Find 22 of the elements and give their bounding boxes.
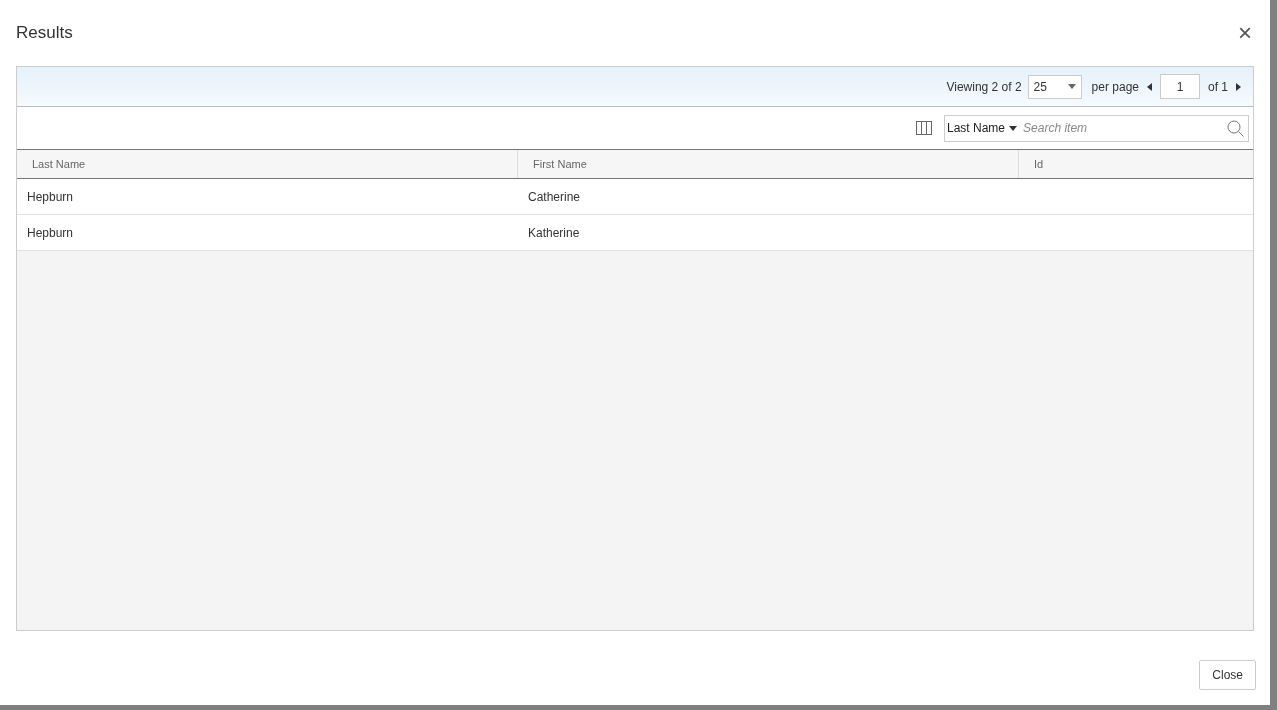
columns-icon[interactable] — [916, 121, 932, 135]
column-header[interactable]: Last Name — [17, 150, 518, 178]
search-field-select[interactable]: Last Name — [947, 119, 1018, 137]
page-total: of 1 — [1208, 78, 1228, 96]
table-cell-text: Katherine — [528, 224, 580, 242]
search-icon[interactable] — [1227, 119, 1244, 137]
search-field[interactable]: Last Name Search item — [944, 114, 1249, 142]
close-button[interactable]: Close — [1199, 660, 1256, 690]
page-size-select[interactable]: 25 — [1027, 74, 1082, 99]
column-header[interactable]: Id — [1019, 150, 1253, 178]
dialog-title: Results — [16, 22, 73, 45]
caret-icon — [1067, 84, 1076, 89]
table-cell-text: Catherine — [528, 188, 581, 206]
page-input[interactable]: 1 — [1160, 74, 1200, 99]
viewing-count: Viewing 2 of 2 — [946, 78, 1022, 96]
previous-page-icon[interactable] — [1145, 82, 1154, 91]
caret-icon — [1009, 125, 1018, 131]
per-page-label: per page — [1091, 78, 1139, 96]
table-cell-text: Hepburn — [27, 188, 74, 206]
table-cell-text: Hepburn — [27, 224, 74, 242]
next-page-icon[interactable] — [1234, 82, 1243, 91]
column-header[interactable]: First Name — [518, 150, 1019, 178]
